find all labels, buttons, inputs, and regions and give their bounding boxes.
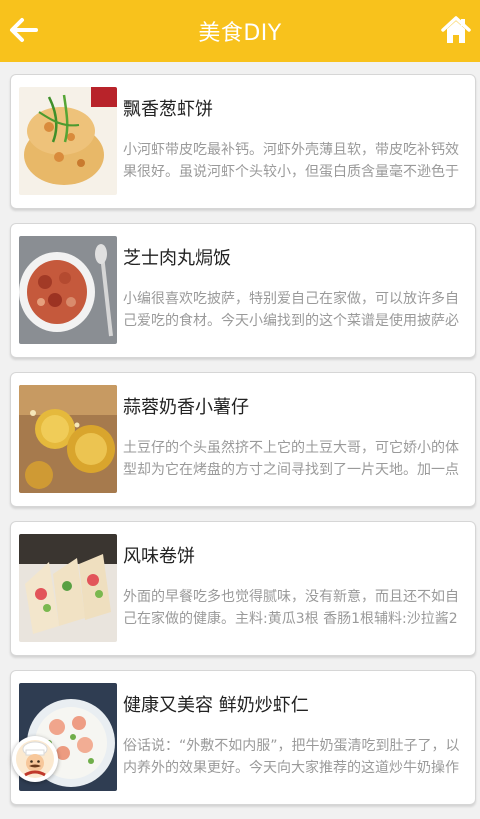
back-arrow-icon [10, 18, 38, 42]
recipe-description: 俗话说：“外敷不如内服”，把牛奶蛋清吃到肚子了，以内养外的效果更好。今天向大家推… [123, 738, 460, 776]
recipe-title: 风味卷饼 [123, 546, 195, 567]
recipe-description: 小河虾带皮吃最补钙。河虾外壳薄且软，带皮吃补钙效果很好。虽说河虾个头较小，但蛋白… [123, 142, 459, 180]
recipe-card[interactable]: 飘香葱虾饼 小河虾带皮吃最补钙。河虾外壳薄且软，带皮吃补钙效果很好。虽说河虾个头… [10, 74, 476, 209]
recipe-title: 健康又美容 鲜奶炒虾仁 [123, 695, 309, 716]
recipe-title: 芝士肉丸焗饭 [123, 248, 231, 269]
home-icon [441, 16, 471, 43]
recipe-card[interactable]: 芝士肉丸焗饭 小编很喜欢吃披萨，特别爱自己在家做，可以放许多自己爱吃的食材。今天… [10, 223, 476, 358]
back-button[interactable] [6, 12, 42, 48]
recipe-thumbnail [19, 385, 117, 493]
recipe-thumbnail [19, 87, 117, 195]
recipe-description: 小编很喜欢吃披萨，特别爱自己在家做，可以放许多自己爱吃的食材。今天小编找到的这个… [123, 291, 459, 329]
chef-avatar-icon [16, 740, 54, 778]
chef-float-button[interactable] [12, 736, 58, 782]
recipe-description: 土豆仔的个头虽然挤不上它的土豆大哥，可它娇小的体型却为它在烤盘的方寸之间寻找到了… [123, 440, 459, 478]
recipe-thumbnail [19, 236, 117, 344]
recipe-card[interactable]: 风味卷饼 外面的早餐吃多也觉得腻味，没有新意，而且还不如自己在家做的健康。主料:… [10, 521, 476, 656]
app-header: 美食DIY [0, 0, 480, 62]
recipe-description: 外面的早餐吃多也觉得腻味，没有新意，而且还不如自己在家做的健康。主料:黄瓜3根 … [123, 589, 459, 627]
recipe-title: 蒜蓉奶香小薯仔 [123, 397, 249, 418]
home-button[interactable] [438, 12, 474, 48]
recipe-card[interactable]: 健康又美容 鲜奶炒虾仁 俗话说：“外敷不如内服”，把牛奶蛋清吃到肚子了，以内养外… [10, 670, 476, 805]
recipe-card[interactable]: 蒜蓉奶香小薯仔 土豆仔的个头虽然挤不上它的土豆大哥，可它娇小的体型却为它在烤盘的… [10, 372, 476, 507]
page-title: 美食DIY [198, 21, 282, 46]
recipe-title: 飘香葱虾饼 [123, 99, 213, 120]
recipe-list: 飘香葱虾饼 小河虾带皮吃最补钙。河虾外壳薄且软，带皮吃补钙效果很好。虽说河虾个头… [10, 74, 476, 819]
recipe-thumbnail [19, 534, 117, 642]
